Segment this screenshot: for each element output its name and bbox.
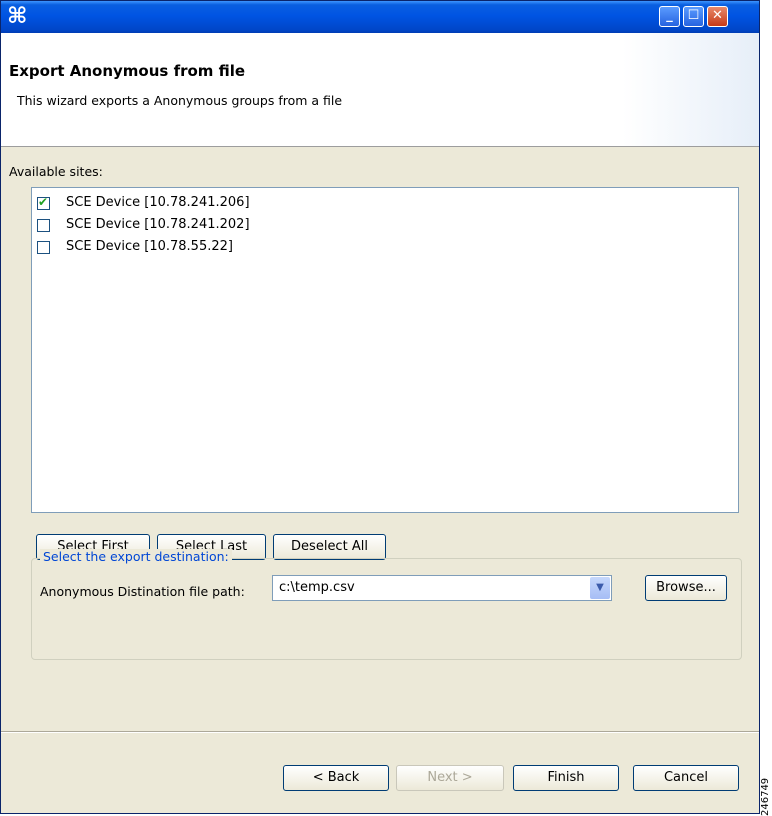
back-button[interactable]: < Back <box>283 765 389 791</box>
wizard-app-icon: ⌘ <box>7 4 28 29</box>
file-path-combo[interactable]: c:\temp.csv ▼ <box>272 575 612 601</box>
export-destination-group: Select the export destination: Anonymous… <box>31 549 742 660</box>
check-icon: ✔ <box>38 195 49 209</box>
cancel-label: Cancel <box>663 770 709 785</box>
file-path-value: c:\temp.csv <box>279 580 355 595</box>
deselect-all-button[interactable]: Deselect All <box>273 534 386 560</box>
chevron-down-icon[interactable]: ▼ <box>590 577 610 599</box>
group-label: Select the export destination: <box>40 549 232 564</box>
minimize-button[interactable]: _ <box>659 6 680 27</box>
site-label: SCE Device [10.78.55.22] <box>66 239 233 254</box>
next-button[interactable]: Next > <box>396 765 504 791</box>
maximize-button[interactable]: ☐ <box>683 6 704 27</box>
wizard-header: Export Anonymous from file This wizard e… <box>1 33 759 147</box>
sites-list[interactable]: ✔ SCE Device [10.78.241.206] SCE Device … <box>31 187 739 513</box>
finish-button[interactable]: Finish <box>513 765 619 791</box>
next-label: Next > <box>427 770 473 785</box>
file-path-label: Anonymous Distination file path: <box>40 584 245 599</box>
cancel-button[interactable]: Cancel <box>633 765 739 791</box>
back-label: < Back <box>312 770 360 785</box>
site-checkbox[interactable] <box>37 241 50 254</box>
footer-separator <box>1 731 759 733</box>
site-label: SCE Device [10.78.241.206] <box>66 195 250 210</box>
page-description: This wizard exports a Anonymous groups f… <box>17 93 343 108</box>
site-checkbox[interactable]: ✔ <box>37 195 50 210</box>
page-title: Export Anonymous from file <box>9 62 246 80</box>
wizard-window: ⌘ _ ☐ ✕ Export Anonymous from file This … <box>0 0 760 814</box>
site-checkbox[interactable] <box>37 219 50 232</box>
browse-button[interactable]: Browse... <box>645 575 727 601</box>
title-bar[interactable]: ⌘ _ ☐ ✕ <box>1 1 759 33</box>
site-label: SCE Device [10.78.241.202] <box>66 217 250 232</box>
finish-label: Finish <box>547 770 585 785</box>
available-sites-label: Available sites: <box>9 164 103 179</box>
close-button[interactable]: ✕ <box>707 6 728 27</box>
figure-number: 246749 <box>760 777 771 816</box>
